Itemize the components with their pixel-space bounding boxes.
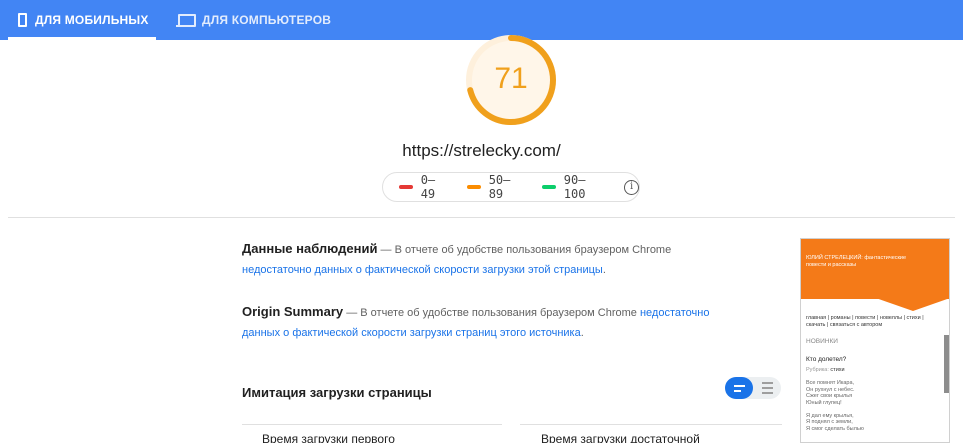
score-legend: 0–49 50–89 90–100 i: [382, 172, 640, 202]
performance-score: 71: [494, 62, 528, 95]
laptop-icon: [176, 13, 196, 27]
origin-summary-section: Origin Summary — В отчете об удобстве по…: [242, 302, 742, 343]
legend-range-pass: 90–100: [563, 173, 586, 201]
legend-swatch-red: [399, 185, 413, 189]
thumb-rubric: Рубрика: стихи: [806, 367, 845, 373]
legend-item-pass: 90–100: [542, 173, 606, 201]
section-divider: [8, 217, 955, 218]
field-data-link[interactable]: недостаточно данных о фактической скорос…: [242, 264, 603, 276]
tested-url: https://strelecky.com/: [402, 141, 561, 160]
compact-view-icon-line: [733, 389, 741, 392]
legend-swatch-orange: [466, 185, 481, 189]
active-tab-indicator: [8, 37, 156, 40]
metric-divider-right: [520, 424, 782, 425]
thumb-banner-text: ЮЛИЙ СТРЕЛЕЦКИЙ: фантастические повести …: [806, 255, 907, 268]
legend-item-average: 50–89: [466, 173, 524, 201]
legend-item-fail: 0–49: [399, 173, 449, 201]
list-view-icon-line: [761, 387, 773, 389]
expanded-view-button[interactable]: [753, 377, 781, 399]
metric-first-meaningful-paint: Время загрузки достаточной: [541, 432, 700, 443]
field-data-title: Данные наблюдений: [242, 241, 378, 256]
compact-view-icon: [733, 384, 745, 387]
legend-range-fail: 0–49: [420, 173, 436, 201]
thumb-rubric-label: Рубрика:: [806, 367, 829, 373]
thumb-new-heading: НОВИНКИ: [806, 338, 838, 345]
legend-swatch-green: [542, 185, 556, 189]
legend-range-average: 50–89: [488, 173, 511, 201]
info-icon[interactable]: i: [624, 179, 639, 195]
field-data-period: .: [602, 264, 606, 276]
page-screenshot-thumbnail: ЮЛИЙ СТРЕЛЕЦКИЙ: фантастические повести …: [800, 238, 950, 443]
lab-data-title: Имитация загрузки страницы: [242, 385, 432, 400]
tab-mobile-label: Для мобильных: [35, 13, 149, 27]
thumb-post-title: Кто долетел?: [806, 356, 847, 363]
thumb-banner: ЮЛИЙ СТРЕЛЕЦКИЙ: фантастические повести …: [801, 239, 949, 299]
tab-desktop-label: Для компьютеров: [202, 13, 332, 27]
field-data-section: Данные наблюдений — В отчете об удобстве…: [242, 239, 742, 280]
thumb-nav: главная | романы | повести | новеллы | с…: [806, 315, 924, 328]
field-data-text: В отчете об удобстве пользования браузер…: [394, 244, 672, 256]
metric-divider-left: [242, 424, 502, 425]
field-data-dash: —: [380, 244, 392, 256]
origin-summary-dash: —: [346, 307, 358, 319]
origin-summary-text: В отчете об удобстве пользования браузер…: [360, 307, 637, 319]
thumb-rubric-value: стихи: [830, 367, 845, 373]
list-view-icon: [761, 382, 773, 384]
thumb-poem: Все помнят Икара, Он рухнул с небес. Сже…: [806, 380, 864, 432]
thumb-side-tab: [944, 335, 949, 393]
list-view-icon-line: [761, 392, 773, 394]
view-toggle: [725, 377, 781, 399]
tab-mobile[interactable]: Для мобильных: [12, 0, 156, 40]
metric-first-contentful-paint: Время загрузки первого: [262, 432, 395, 443]
origin-summary-title: Origin Summary: [242, 304, 344, 319]
thumb-banner-flag: [873, 297, 949, 311]
compact-view-button[interactable]: [725, 377, 753, 399]
origin-summary-period: .: [580, 327, 584, 339]
phone-icon: [18, 13, 27, 27]
tab-desktop[interactable]: Для компьютеров: [176, 0, 331, 40]
